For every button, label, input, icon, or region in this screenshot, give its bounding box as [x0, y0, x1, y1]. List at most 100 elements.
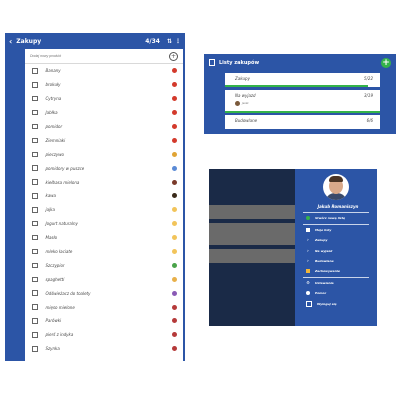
- shopping-item[interactable]: Zachowywanie: [306, 269, 340, 273]
- category-icon: [172, 249, 177, 255]
- lists-screen: Listy zakupów + Zakupy 5/22 Na wyjazd 3/…: [204, 54, 396, 134]
- add-product-row: +: [25, 49, 183, 64]
- logout-icon: [306, 301, 312, 307]
- checkbox[interactable]: [32, 332, 38, 338]
- checkbox[interactable]: [32, 346, 38, 352]
- share-icon[interactable]: ⇅: [167, 38, 172, 45]
- item-label: mięso mielone: [45, 304, 75, 310]
- back-icon[interactable]: ‹: [9, 37, 12, 46]
- list-count: 6/6: [366, 118, 373, 123]
- checkbox[interactable]: [32, 234, 38, 241]
- checkbox[interactable]: [32, 193, 38, 199]
- item-label: pierś z indyka: [45, 332, 74, 338]
- help-item[interactable]: Pomoc: [306, 291, 326, 295]
- list-item[interactable]: Szczypior: [25, 258, 183, 272]
- checkbox[interactable]: [32, 290, 38, 296]
- list-item[interactable]: Cytryna: [25, 92, 183, 106]
- category-icon: [172, 179, 177, 185]
- settings-item[interactable]: ⚙ Ustawienia: [306, 281, 334, 286]
- list-item[interactable]: Parówki: [25, 314, 183, 328]
- category-icon: [172, 262, 177, 268]
- new-list-item[interactable]: Stwórz nową listę: [306, 216, 345, 220]
- add-icon[interactable]: +: [169, 51, 178, 61]
- list-item[interactable]: Masło: [25, 231, 183, 245]
- plus-circle-icon: [306, 216, 310, 220]
- checkbox[interactable]: [32, 151, 38, 158]
- shopping-list-screen: ‹ Zakupy 4/34 ⇅ ⋮ + Banany brokuły Cytryna…: [5, 33, 185, 361]
- checkbox[interactable]: [32, 262, 38, 269]
- drawer-list-zakupy[interactable]: › Zakupy: [306, 238, 327, 243]
- checkbox[interactable]: [32, 82, 38, 88]
- list-item[interactable]: Jabłka: [25, 106, 183, 120]
- add-product-input[interactable]: [30, 54, 169, 58]
- list-name: Na wyjazd: [235, 93, 256, 98]
- list-item[interactable]: pomidory w puszce: [25, 161, 183, 175]
- checkbox[interactable]: [32, 109, 38, 116]
- item-list: Banany brokuły Cytryna Jabłka pomidor Ziemnia…: [25, 64, 183, 356]
- list-count: 5/22: [364, 76, 373, 81]
- item-label: kawa: [45, 193, 57, 199]
- checkbox[interactable]: [32, 318, 38, 324]
- drawer-list-budowlane[interactable]: › Budowlane: [306, 258, 334, 264]
- item-label: kiełbasa mielona: [45, 179, 80, 185]
- item-label: pomidor: [45, 124, 63, 129]
- item-label: pomidory w puszce: [45, 165, 85, 171]
- checkbox[interactable]: [32, 68, 38, 74]
- list-item[interactable]: kiełbasa mielona: [25, 175, 183, 189]
- checkbox[interactable]: [32, 304, 38, 310]
- menu-label: Zachowywanie: [315, 269, 340, 273]
- list-item[interactable]: Banany: [25, 64, 183, 78]
- logout-item[interactable]: Wyloguj się: [306, 301, 337, 307]
- category-icon: [172, 124, 177, 129]
- list-item[interactable]: Odświeżacz do toalety: [25, 286, 183, 300]
- list-item[interactable]: pierś z indyka: [25, 328, 183, 342]
- checkbox[interactable]: [32, 179, 38, 185]
- add-list-button[interactable]: +: [381, 57, 391, 68]
- list-item[interactable]: mięso mielone: [25, 300, 183, 314]
- category-icon: [172, 276, 177, 282]
- item-label: spaghetti: [45, 276, 65, 282]
- category-icon: [172, 68, 177, 74]
- checkbox[interactable]: [32, 95, 38, 102]
- menu-label: Moje listy: [315, 228, 332, 232]
- list-item[interactable]: spaghetti: [25, 272, 183, 286]
- menu-label: Na wyjazd: [315, 249, 333, 253]
- checkbox[interactable]: [32, 165, 38, 171]
- drawer-list-na-wyjazd[interactable]: › Na wyjazd: [306, 249, 333, 254]
- item-label: Odświeżacz do toalety: [45, 290, 91, 296]
- list-row[interactable]: Na wyjazd 3/19 Jacek: [225, 90, 380, 113]
- list-item: [209, 249, 295, 263]
- checkbox[interactable]: [32, 137, 38, 144]
- page-title: Zakupy: [16, 37, 42, 45]
- divider: [303, 212, 369, 213]
- menu-label: Budowlane: [315, 259, 334, 263]
- list-item[interactable]: mleko łaciate: [25, 245, 183, 259]
- my-lists-item[interactable]: Moje listy: [306, 228, 331, 232]
- list-count: 3/19: [364, 93, 373, 98]
- checkbox[interactable]: [32, 248, 38, 255]
- list-item[interactable]: Szynka: [25, 342, 183, 356]
- category-icon: [172, 221, 177, 227]
- list-item[interactable]: kawa: [25, 189, 183, 203]
- more-icon[interactable]: ⋮: [175, 38, 181, 45]
- category-icon: [172, 304, 177, 310]
- category-icon: [172, 151, 177, 157]
- list-item[interactable]: brokuły: [25, 78, 183, 92]
- list-item[interactable]: Ziemniaki: [25, 133, 183, 147]
- list-item[interactable]: jajka: [25, 203, 183, 217]
- list-item[interactable]: Jogurt naturalny: [25, 217, 183, 231]
- checkbox[interactable]: [32, 123, 38, 130]
- content-overlay[interactable]: [209, 169, 295, 326]
- chevron-right-icon: ›: [307, 258, 309, 263]
- avatar-body: [325, 193, 347, 200]
- list-item[interactable]: pomidor: [25, 120, 183, 134]
- list-item[interactable]: pieczywo: [25, 147, 183, 161]
- item-label: pieczywo: [45, 151, 65, 157]
- avatar-hair: [329, 176, 343, 182]
- list-row[interactable]: Budowlane 6/6: [225, 115, 380, 129]
- checkbox[interactable]: [32, 207, 38, 213]
- list-item: [209, 205, 295, 219]
- checkbox[interactable]: [32, 276, 38, 283]
- list-row[interactable]: Zakupy 5/22: [225, 73, 380, 87]
- checkbox[interactable]: [32, 220, 38, 227]
